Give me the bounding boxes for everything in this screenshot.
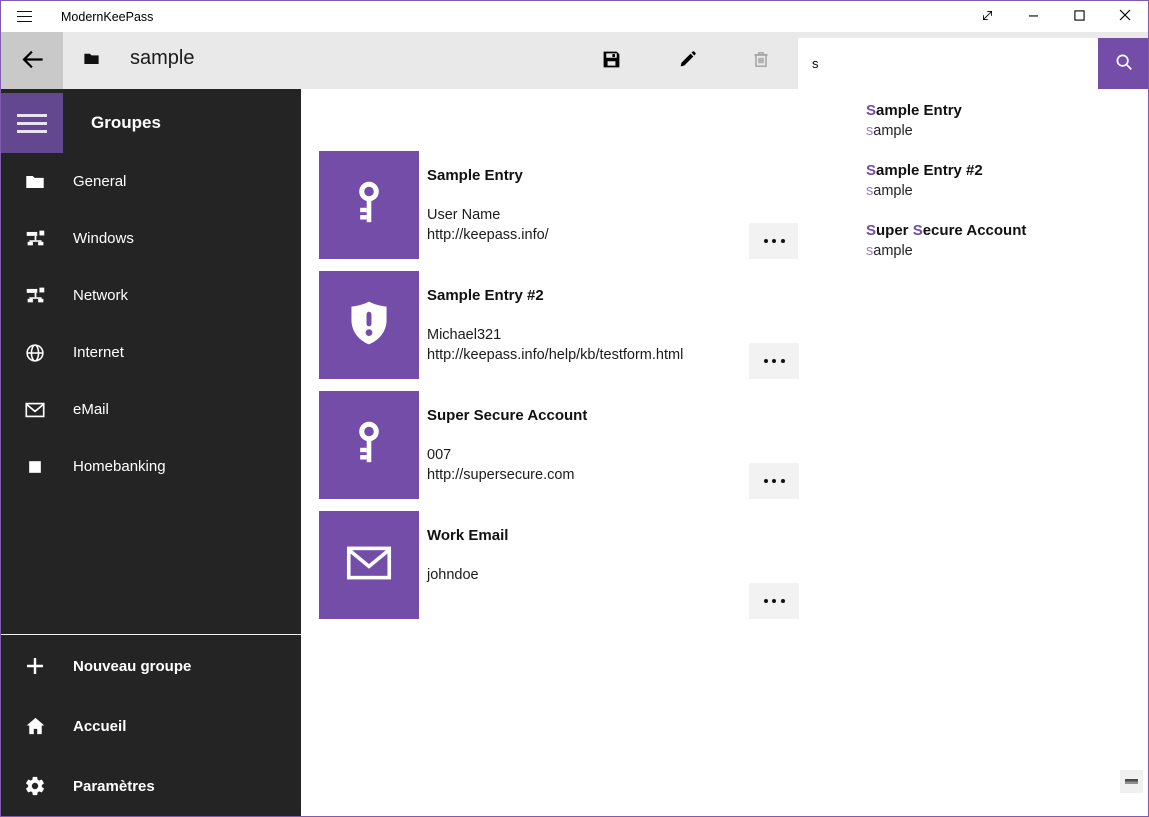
back-arrow-icon [19,46,46,76]
entry-row[interactable]: Work Email johndoe [319,511,864,619]
entry-username: Michael321 [427,327,501,343]
window-controls [964,1,1148,32]
entry-title: Sample Entry [427,167,523,184]
group-list: General Windows Network Internet [1,153,301,495]
delete-trash-icon [751,49,771,73]
sidebar-item-label: Nouveau groupe [73,658,191,675]
sidebar-item-label: Homebanking [73,458,166,475]
sidebar-item-label: Network [73,287,128,304]
sidebar-item-windows[interactable]: Windows [1,210,301,267]
database-title: sample [130,47,194,70]
save-button[interactable] [596,46,626,76]
search-result[interactable]: Super Secure Account sample [866,220,1149,261]
sidebar: Groupes General Windows Network [1,89,301,816]
minimize-button[interactable] [1010,1,1056,32]
entry-title: Sample Entry #2 [427,287,544,304]
key-icon [346,417,392,474]
delete-button[interactable] [746,46,776,76]
network-icon [23,227,47,251]
search-suggestions: Sample Entry sample Sample Entry #2 samp… [798,89,1149,287]
key-icon [346,177,392,234]
more-button[interactable] [749,223,799,259]
groups-heading: Groupes [91,93,161,153]
globe-icon [23,341,47,365]
sidebar-item-email[interactable]: eMail [1,381,301,438]
gear-icon [23,774,47,798]
entry-tile [319,391,419,499]
entry-username: 007 [427,447,451,463]
app-window: ModernKeePass [0,0,1149,817]
shield-exclamation-icon [342,296,396,355]
new-group-button[interactable]: Nouveau groupe [1,636,301,696]
sidebar-footer: Nouveau groupe Accueil Paramètres [1,636,301,816]
sidebar-item-label: General [73,173,126,190]
home-button[interactable]: Accueil [1,696,301,756]
plus-icon [23,654,47,678]
entry-row[interactable]: Super Secure Account 007 http://supersec… [319,391,864,499]
settings-button[interactable]: Paramètres [1,756,301,816]
database-folder-icon [82,49,101,73]
sidebar-item-network[interactable]: Network [1,267,301,324]
entry-url: http://keepass.info/ [427,227,549,243]
sidebar-item-label: Internet [73,344,124,361]
entry-username: User Name [427,207,500,223]
sidebar-item-label: eMail [73,401,109,418]
sidebar-item-label: Windows [73,230,134,247]
search-result-title: Sample Entry [866,100,1149,121]
maximize-icon [1074,9,1085,24]
search-result[interactable]: Sample Entry #2 sample [866,160,1149,201]
close-icon [1119,9,1131,24]
entry-tile [319,271,419,379]
hamburger-icon[interactable] [17,11,32,23]
back-button[interactable] [1,32,63,89]
entry-tile [319,511,419,619]
fullscreen-button[interactable] [964,1,1010,32]
fullscreen-icon [981,9,994,25]
more-button[interactable] [749,463,799,499]
mail-icon [342,536,396,595]
entry-url: http://supersecure.com [427,467,575,483]
entry-row[interactable]: Sample Entry User Name http://keepass.in… [319,151,864,259]
entry-url: http://keepass.info/help/kb/testform.htm… [427,347,683,363]
search-input[interactable] [798,38,1098,89]
minimize-icon [1028,9,1039,24]
search-result-subtitle: sample [866,241,1149,261]
home-icon [23,714,47,738]
sidebar-item-label: Accueil [73,718,126,735]
sidebar-item-general[interactable]: General [1,153,301,210]
edit-pencil-icon [677,49,698,73]
close-button[interactable] [1102,1,1148,32]
sidebar-item-homebanking[interactable]: Homebanking [1,438,301,495]
sidebar-separator [1,634,301,635]
edit-button[interactable] [672,46,702,76]
maximize-button[interactable] [1056,1,1102,32]
sidebar-item-internet[interactable]: Internet [1,324,301,381]
network-icon [23,284,47,308]
square-icon [23,455,47,479]
more-button[interactable] [749,343,799,379]
entry-row[interactable]: Sample Entry #2 Michael321 http://keepas… [319,271,864,379]
search-result[interactable]: Sample Entry sample [866,100,1149,141]
more-button[interactable] [749,583,799,619]
nav-toggle-button[interactable] [1,93,63,153]
search-result-title: Sample Entry #2 [866,160,1149,181]
search-result-subtitle: sample [866,181,1149,201]
entry-title: Work Email [427,527,508,544]
sidebar-item-label: Paramètres [73,778,155,795]
entry-username: johndoe [427,567,479,583]
folder-icon [23,170,47,194]
entry-tile [319,151,419,259]
entry-title: Super Secure Account [427,407,587,424]
search-result-subtitle: sample [866,121,1149,141]
window-title: ModernKeePass [61,10,153,24]
titlebar: ModernKeePass [1,1,1148,32]
save-icon [601,49,622,73]
mail-icon [23,398,47,422]
search-result-title: Super Secure Account [866,220,1149,241]
search-icon [1113,51,1135,76]
semantic-zoom-out-button[interactable] [1120,770,1143,793]
command-bar: sample [1,32,1148,89]
search-button[interactable] [1098,38,1149,89]
